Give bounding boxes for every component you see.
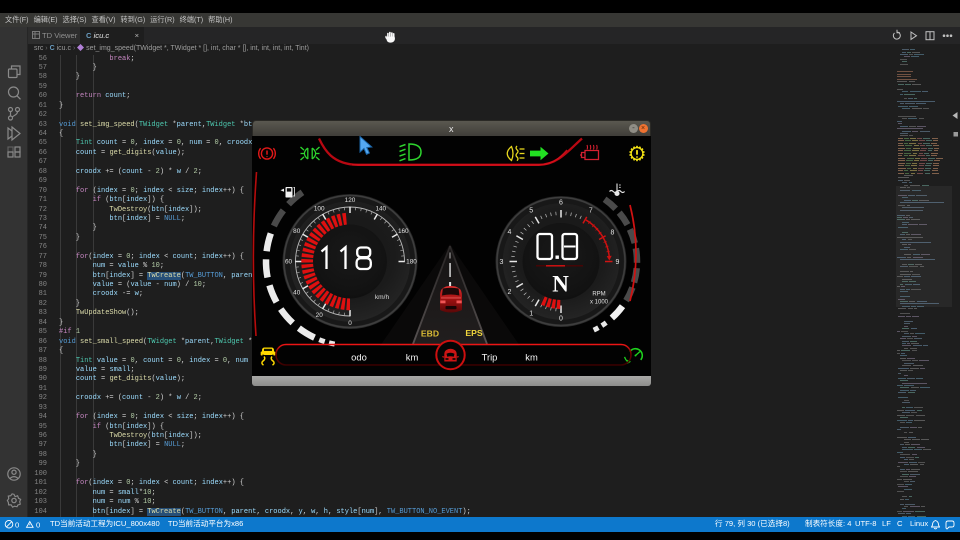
svg-text:odo: odo <box>351 351 367 362</box>
svg-text:RPM: RPM <box>592 291 605 297</box>
svg-text:4: 4 <box>508 229 512 236</box>
svg-text:2: 2 <box>508 288 512 295</box>
svg-text:1: 1 <box>529 310 533 317</box>
svg-text:EPS: EPS <box>465 328 482 338</box>
svg-text:Trip: Trip <box>482 351 498 362</box>
svg-text:EBD: EBD <box>421 328 439 338</box>
svg-text:km: km <box>525 351 538 362</box>
svg-text:0: 0 <box>348 320 352 327</box>
svg-text:40: 40 <box>293 289 301 296</box>
svg-text:km: km <box>406 351 419 362</box>
svg-text:3: 3 <box>500 259 504 266</box>
svg-text:140: 140 <box>375 205 386 212</box>
svg-text:120: 120 <box>345 197 356 204</box>
svg-text:0: 0 <box>15 520 19 529</box>
svg-text:60: 60 <box>285 258 293 265</box>
svg-text:km/h: km/h <box>375 294 390 301</box>
svg-text:20: 20 <box>316 312 324 319</box>
svg-text:180: 180 <box>406 258 417 265</box>
svg-text:0: 0 <box>36 520 40 529</box>
svg-text:x 1000: x 1000 <box>590 299 609 305</box>
svg-text:160: 160 <box>398 228 409 235</box>
svg-text:80: 80 <box>293 228 301 235</box>
svg-text:100: 100 <box>314 205 325 212</box>
svg-text:0: 0 <box>559 315 563 322</box>
svg-text:6: 6 <box>559 199 563 206</box>
svg-text:7: 7 <box>589 207 593 214</box>
svg-text:5: 5 <box>529 207 533 214</box>
svg-text:8: 8 <box>611 229 615 236</box>
svg-text:9: 9 <box>616 259 620 266</box>
svg-text:N: N <box>552 271 569 296</box>
